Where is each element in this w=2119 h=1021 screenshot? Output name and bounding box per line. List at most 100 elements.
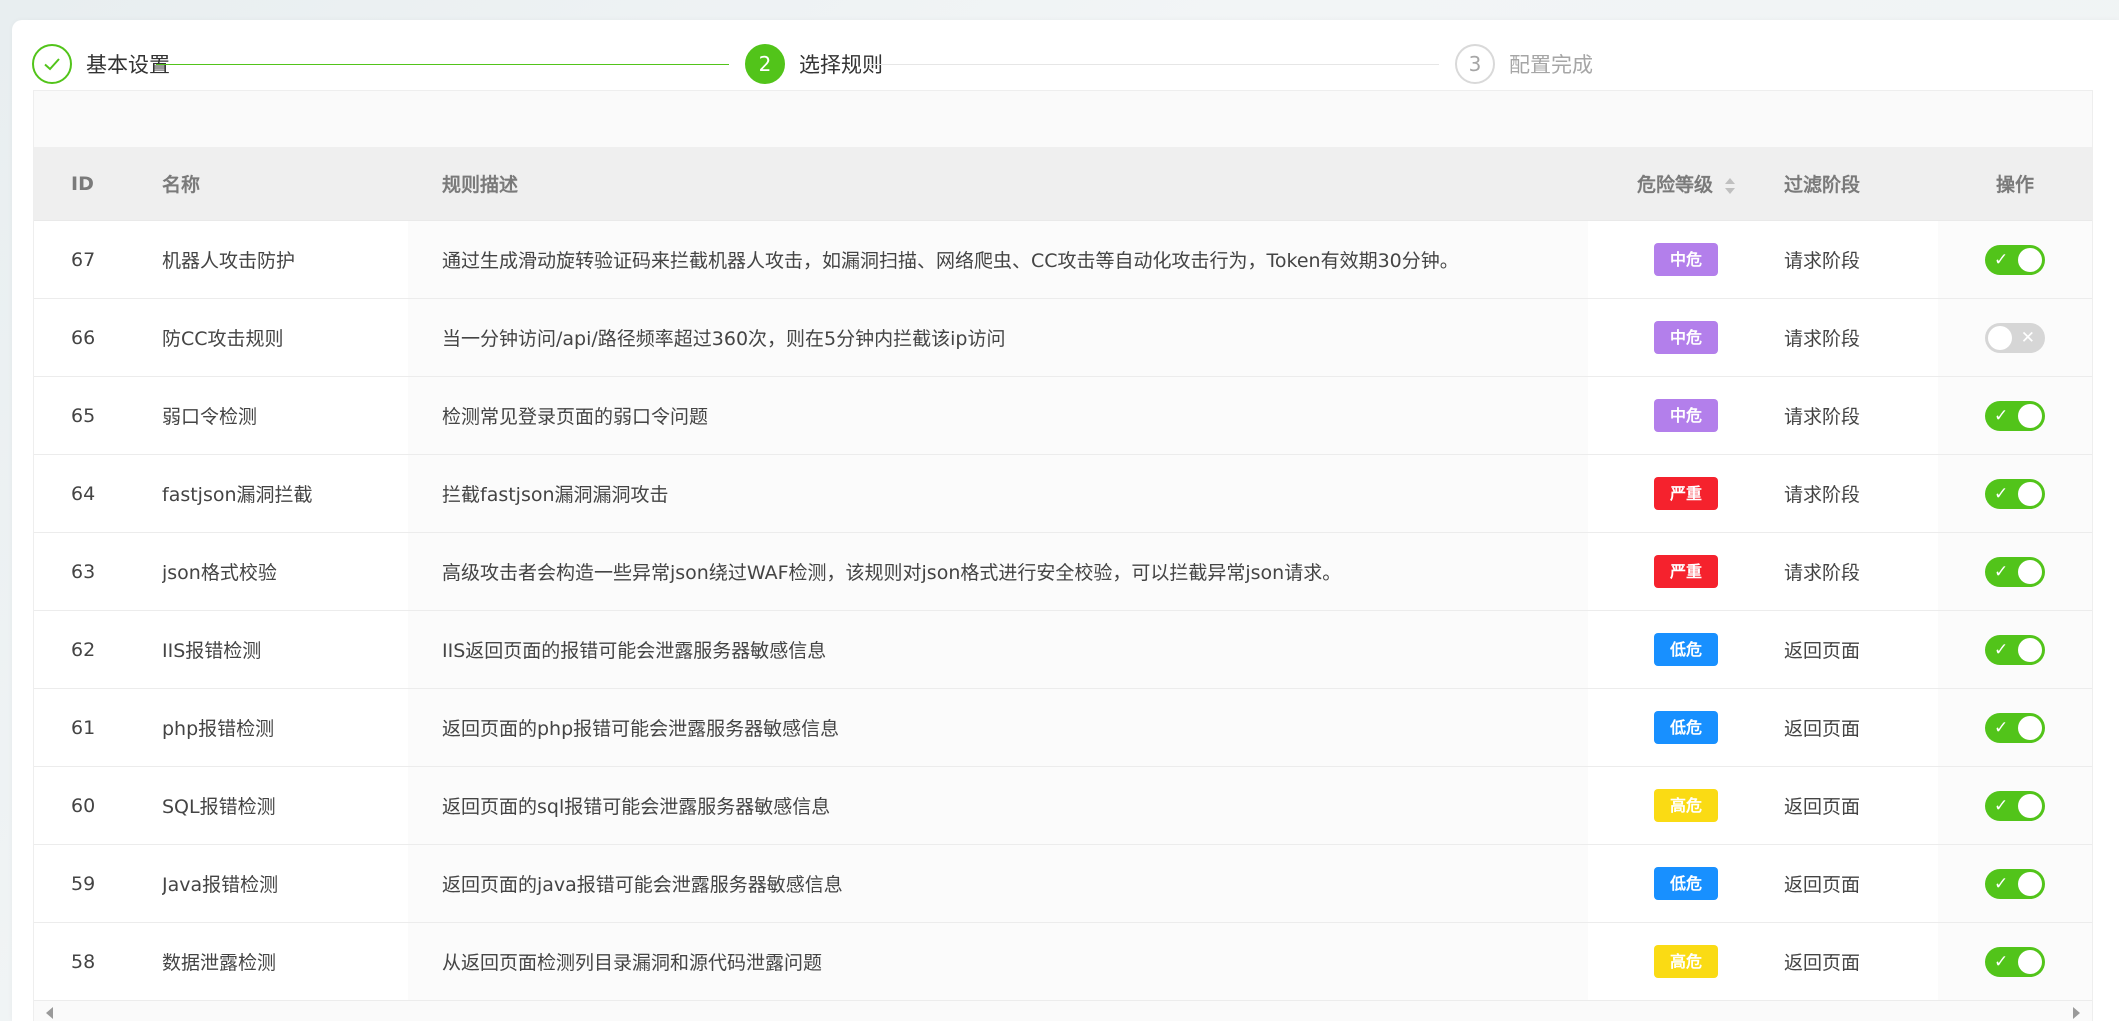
step-basic-settings[interactable]: 基本设置 <box>32 42 170 86</box>
cell-name: IIS报错检测 <box>162 610 408 689</box>
check-icon: ✓ <box>1994 561 2009 582</box>
toggle-knob <box>2018 247 2042 272</box>
cell-name: Java报错检测 <box>162 844 408 923</box>
steps-bar: 基本设置 2 选择规则 3 配置完成 <box>32 42 2102 86</box>
rule-toggle-switch[interactable]: ✓ <box>1985 712 2045 743</box>
cell-desc: 返回页面的php报错可能会泄露服务器敏感信息 <box>408 688 1588 767</box>
step-select-rules[interactable]: 2 选择规则 <box>745 42 883 86</box>
check-icon: ✓ <box>1994 483 2009 504</box>
cell-phase: 返回页面 <box>1784 688 1938 767</box>
cell-level: 低危 <box>1588 844 1784 923</box>
cell-id: 62 <box>34 610 162 689</box>
rule-toggle-switch[interactable]: ✓ <box>1985 478 2045 509</box>
cell-phase: 请求阶段 <box>1784 220 1938 299</box>
header-name: 名称 <box>162 147 408 221</box>
check-icon: ✓ <box>1994 717 2009 738</box>
cell-desc: 拦截fastjson漏洞漏洞攻击 <box>408 454 1588 533</box>
cell-name: SQL报错检测 <box>162 766 408 845</box>
header-action: 操作 <box>1938 147 2092 221</box>
toggle-knob <box>1988 325 2012 350</box>
cell-action: ✓ <box>1938 844 2092 923</box>
step-number: 3 <box>1455 44 1495 84</box>
toggle-knob <box>2018 793 2042 818</box>
header-phase: 过滤阶段 <box>1784 147 1938 221</box>
risk-level-badge: 高危 <box>1654 789 1718 822</box>
cell-phase: 返回页面 <box>1784 844 1938 923</box>
cell-id: 61 <box>34 688 162 767</box>
rule-toggle-switch[interactable]: ✓ <box>1985 556 2045 587</box>
cell-phase: 返回页面 <box>1784 922 1938 1001</box>
toggle-knob <box>2018 559 2042 584</box>
rule-toggle-switch[interactable]: ✓ <box>1985 400 2045 431</box>
cell-desc: 高级攻击者会构造一些异常json绕过WAF检测，该规则对json格式进行安全校验… <box>408 532 1588 611</box>
check-icon: ✓ <box>1994 639 2009 660</box>
rule-toggle-switch[interactable]: ✓ <box>1985 244 2045 275</box>
toggle-knob <box>2018 637 2042 662</box>
step-title: 配置完成 <box>1509 53 1593 77</box>
cell-level: 高危 <box>1588 766 1784 845</box>
table-header-row: ID 名称 规则描述 危险等级 过滤阶段 操作 <box>34 147 2092 221</box>
cell-id: 59 <box>34 844 162 923</box>
check-icon: ✓ <box>1994 873 2009 894</box>
toggle-knob <box>2018 949 2042 974</box>
risk-level-badge: 高危 <box>1654 945 1718 978</box>
header-id: ID <box>34 147 162 221</box>
cell-id: 65 <box>34 376 162 455</box>
rule-toggle-switch[interactable]: ✓ <box>1985 634 2045 665</box>
table-row: 62 IIS报错检测 IIS返回页面的报错可能会泄露服务器敏感信息 低危 返回页面 ✓ <box>34 610 2092 689</box>
risk-level-badge: 低危 <box>1654 633 1718 666</box>
cell-id: 66 <box>34 298 162 377</box>
cell-name: 防CC攻击规则 <box>162 298 408 377</box>
cell-id: 60 <box>34 766 162 845</box>
table-row: 59 Java报错检测 返回页面的java报错可能会泄露服务器敏感信息 低危 返回页面 ✓ <box>34 844 2092 923</box>
cell-name: 弱口令检测 <box>162 376 408 455</box>
cell-action: ✓ <box>1938 376 2092 455</box>
cell-id: 58 <box>34 922 162 1001</box>
cell-level: 严重 <box>1588 532 1784 611</box>
step-config-complete[interactable]: 3 配置完成 <box>1455 42 1593 86</box>
table-row: 58 数据泄露检测 从返回页面检测列目录漏洞和源代码泄露问题 高危 返回页面 ✓ <box>34 922 2092 1001</box>
cell-action: ✕ <box>1938 298 2092 377</box>
scroll-left-icon[interactable] <box>46 1007 53 1019</box>
cell-desc: 返回页面的sql报错可能会泄露服务器敏感信息 <box>408 766 1588 845</box>
sort-icon[interactable] <box>1725 177 1735 194</box>
rules-table-container: ID 名称 规则描述 危险等级 过滤阶段 操作 67 机器人攻击防护 通过生成滑动旋… <box>33 90 2093 1021</box>
cell-name: 机器人攻击防护 <box>162 220 408 299</box>
table-row: 66 防CC攻击规则 当一分钟访问/api/路径频率超过360次，则在5分钟内拦截该… <box>34 298 2092 377</box>
cell-level: 中危 <box>1588 298 1784 377</box>
horizontal-scrollbar[interactable] <box>34 1003 2092 1021</box>
step-connector-done <box>156 64 729 65</box>
rule-toggle-switch[interactable]: ✓ <box>1985 790 2045 821</box>
risk-level-badge: 低危 <box>1654 867 1718 900</box>
rule-toggle-switch[interactable]: ✓ <box>1985 946 2045 977</box>
toggle-knob <box>2018 481 2042 506</box>
table-row: 65 弱口令检测 检测常见登录页面的弱口令问题 中危 请求阶段 ✓ <box>34 376 2092 455</box>
rule-toggle-switch[interactable]: ✕ <box>1985 322 2045 353</box>
header-level-label: 危险等级 <box>1636 174 1713 196</box>
toggle-knob <box>2018 871 2042 896</box>
check-icon: ✓ <box>1994 405 2009 426</box>
scroll-right-icon[interactable] <box>2073 1007 2080 1019</box>
cell-phase: 请求阶段 <box>1784 376 1938 455</box>
table-row: 64 fastjson漏洞拦截 拦截fastjson漏洞漏洞攻击 严重 请求阶段 ✓ <box>34 454 2092 533</box>
cell-desc: 从返回页面检测列目录漏洞和源代码泄露问题 <box>408 922 1588 1001</box>
rule-toggle-switch[interactable]: ✓ <box>1985 868 2045 899</box>
cell-action: ✓ <box>1938 532 2092 611</box>
cell-desc: 通过生成滑动旋转验证码来拦截机器人攻击，如漏洞扫描、网络爬虫、CC攻击等自动化攻… <box>408 220 1588 299</box>
check-icon: ✓ <box>1994 951 2009 972</box>
cell-level: 严重 <box>1588 454 1784 533</box>
risk-level-badge: 严重 <box>1654 555 1718 588</box>
cell-id: 63 <box>34 532 162 611</box>
table-row: 67 机器人攻击防护 通过生成滑动旋转验证码来拦截机器人攻击，如漏洞扫描、网络爬虫、… <box>34 220 2092 299</box>
cell-phase: 返回页面 <box>1784 766 1938 845</box>
cell-desc: 当一分钟访问/api/路径频率超过360次，则在5分钟内拦截该ip访问 <box>408 298 1588 377</box>
cell-name: fastjson漏洞拦截 <box>162 454 408 533</box>
cell-action: ✓ <box>1938 220 2092 299</box>
risk-level-badge: 中危 <box>1654 399 1718 432</box>
risk-level-badge: 低危 <box>1654 711 1718 744</box>
table-row: 63 json格式校验 高级攻击者会构造一些异常json绕过WAF检测，该规则对js… <box>34 532 2092 611</box>
header-level[interactable]: 危险等级 <box>1588 147 1784 221</box>
cell-id: 64 <box>34 454 162 533</box>
cell-phase: 请求阶段 <box>1784 532 1938 611</box>
risk-level-badge: 中危 <box>1654 321 1718 354</box>
